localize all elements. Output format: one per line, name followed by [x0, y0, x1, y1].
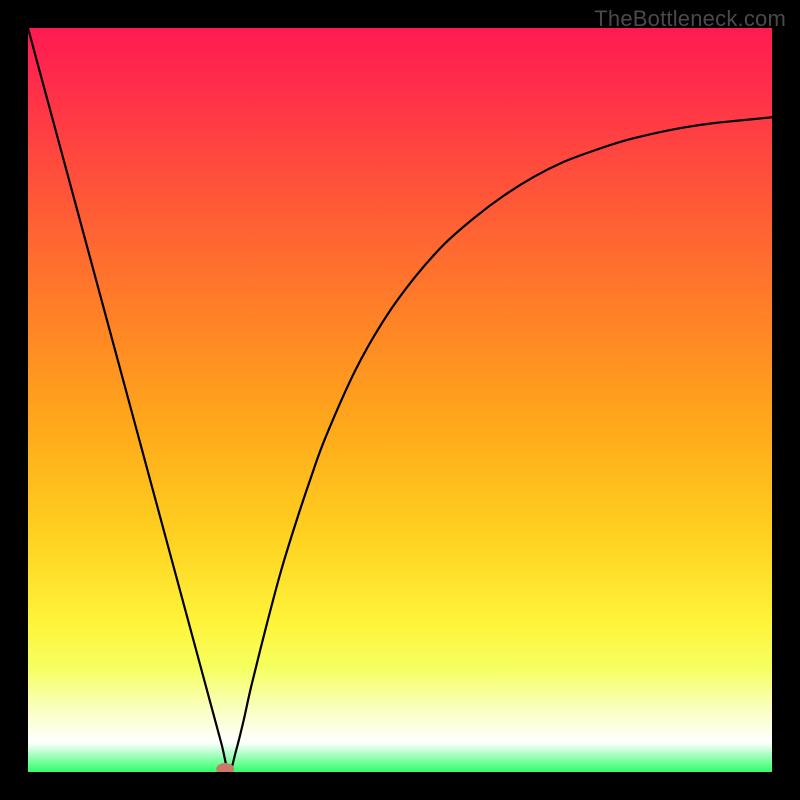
- curve-layer: [28, 28, 772, 772]
- plot-area: [28, 28, 772, 772]
- minimum-marker: [216, 763, 234, 772]
- chart-frame: TheBottleneck.com: [0, 0, 800, 800]
- bottleneck-curve: [28, 28, 772, 772]
- watermark-text: TheBottleneck.com: [594, 6, 786, 32]
